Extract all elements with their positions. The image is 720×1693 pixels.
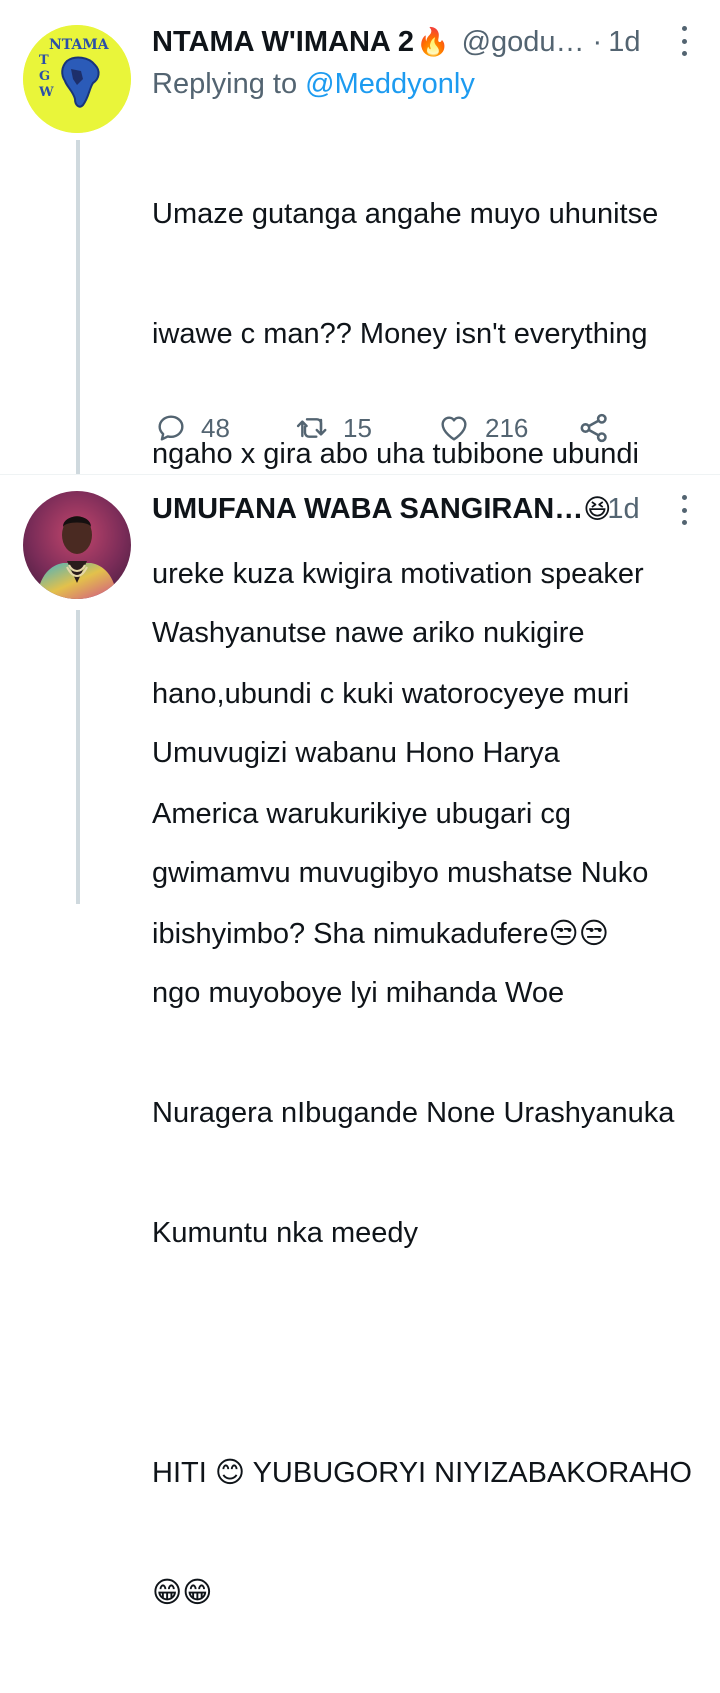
like-icon <box>441 416 467 441</box>
tweet-1[interactable]: NTAMA T G W NTAMA W'IMANA 2 🔥 @godu… · 1… <box>0 0 720 950</box>
share-icon <box>580 413 607 443</box>
avatar-text-top: NTAMA <box>49 37 109 53</box>
share-button[interactable] <box>577 408 611 448</box>
tweet-text: Washyanutse nawe ariko nukigire Umuvugiz… <box>152 533 712 1693</box>
tweet-header: NTAMA W'IMANA 2 🔥 @godu… · 1d <box>152 22 690 62</box>
tweet-header: UMUFANA WABA SANGIRAN… 😆 1d <box>152 489 690 529</box>
timestamp[interactable]: 1d <box>608 26 640 59</box>
separator-dot: · <box>592 25 603 58</box>
retweet-count: 15 <box>343 412 372 443</box>
timestamp[interactable]: 1d <box>607 493 639 526</box>
more-icon[interactable] <box>678 495 690 525</box>
text-line <box>152 1333 712 1373</box>
avatar-photo-icon <box>37 516 117 599</box>
text-line: Umuvugizi wabanu Hono Harya <box>152 737 560 769</box>
replying-to: Replying to @Meddyonly <box>152 68 475 101</box>
display-name[interactable]: NTAMA W'IMANA 2 <box>152 26 414 59</box>
avatar-text-side: T G W <box>39 53 54 100</box>
text-line: 😁😁 <box>152 1577 213 1609</box>
text-line: ngaho x gira abo uha tubibone ubundi <box>152 438 639 470</box>
like-count: 216 <box>485 412 529 443</box>
retweet-icon <box>296 418 327 438</box>
more-icon[interactable] <box>678 26 690 56</box>
username-handle[interactable]: @godu… <box>462 26 585 59</box>
replying-to-label: Replying to <box>152 68 298 100</box>
text-line: Washyanutse nawe ariko nukigire <box>152 617 585 649</box>
avatar[interactable]: NTAMA T G W <box>23 25 131 133</box>
thread-line <box>76 610 80 904</box>
thread-line <box>76 140 80 474</box>
text-line: iwawe c man?? Money isn't everything <box>152 318 648 350</box>
text-line: gwimamvu muvugibyo mushatse Nuko <box>152 857 649 889</box>
display-name[interactable]: UMUFANA WABA SANGIRAN… <box>152 493 583 526</box>
reply-button[interactable]: 48 <box>155 408 230 448</box>
text-line: Nuragera nIbugande None Urashyanuka <box>152 1097 675 1129</box>
replying-to-mention[interactable]: @Meddyonly <box>305 68 475 100</box>
fire-emoji: 🔥 <box>415 27 450 57</box>
reply-icon <box>158 415 184 441</box>
text-line: ngo muyoboye lyi mihanda Woe <box>152 977 565 1009</box>
text-line: HITI 😊 YUBUGORYI NIYIZABAKORAHO <box>152 1457 692 1489</box>
like-button[interactable]: 216 <box>437 408 528 448</box>
retweet-button[interactable]: 15 <box>295 408 372 448</box>
reply-count: 48 <box>201 412 230 443</box>
tweet-2[interactable]: UMUFANA WABA SANGIRAN… 😆 1d Washyanutse … <box>0 475 720 1609</box>
text-line: Kumuntu nka meedy <box>152 1217 418 1249</box>
text-line: Umaze gutanga angahe muyo uhunitse <box>152 198 659 230</box>
avatar[interactable] <box>23 491 131 599</box>
